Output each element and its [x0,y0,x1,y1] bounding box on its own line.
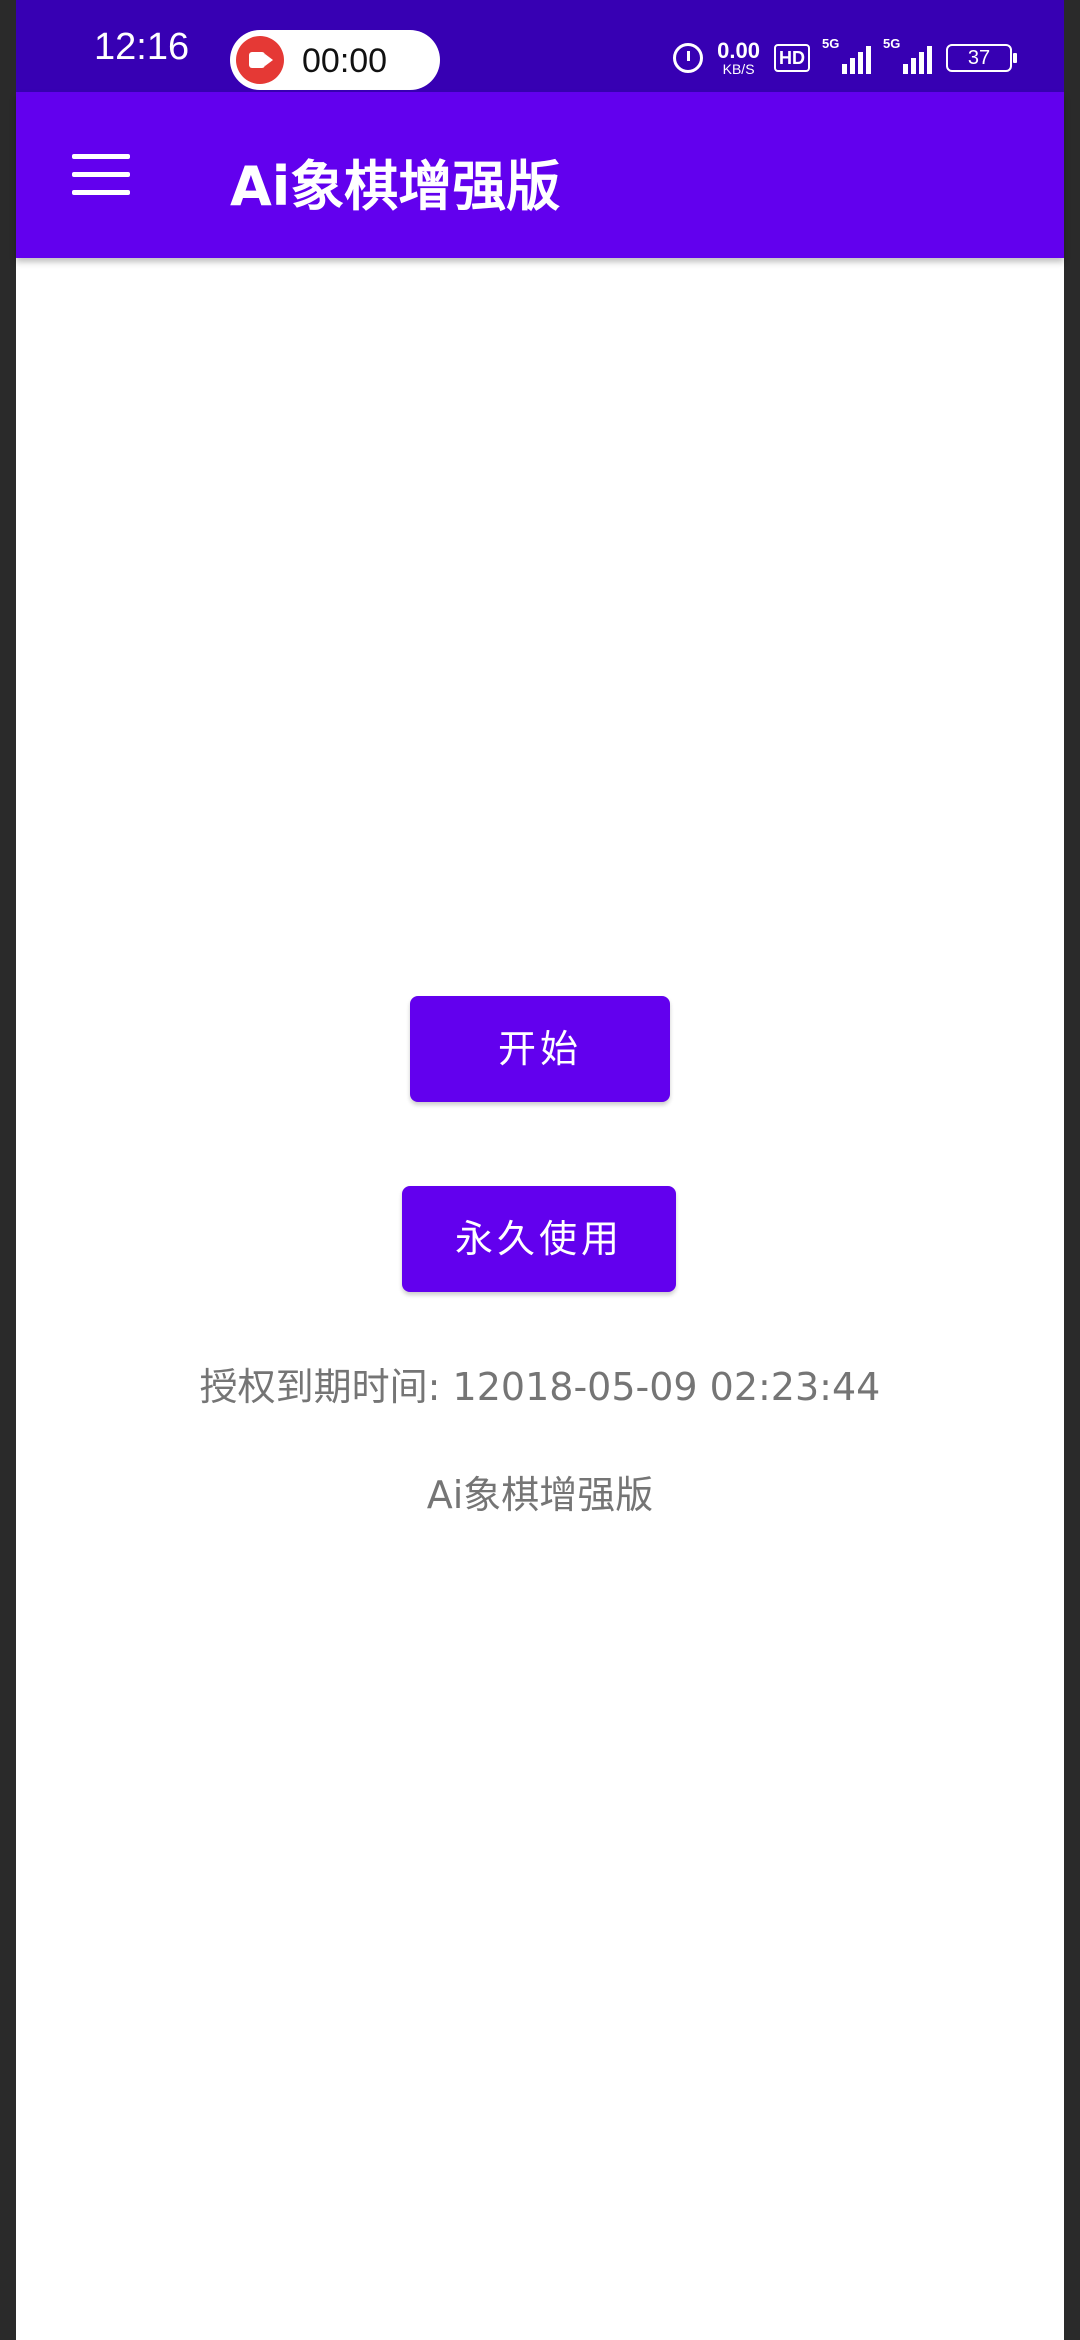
status-bar: 12:16 00:00 0.00 KB/S HD 5G 5G 37 [16,0,1064,92]
recording-time: 00:00 [302,42,388,80]
hd-voice-icon: HD [774,44,810,72]
hamburger-menu-icon[interactable] [72,154,130,196]
app-name-label: Ai象棋增强版 [426,1473,654,1517]
screen-edge-right [1064,0,1080,2340]
network-speed-unit: KB/S [722,61,755,77]
main-content: 开始 永久使用 授权到期时间: 12018-05-09 02:23:44 Ai象… [16,258,1064,2340]
alarm-icon [673,43,704,73]
app-bar: Ai象棋增强版 [16,92,1064,258]
signal-strength-icon: 5G [822,36,871,74]
screen: 12:16 00:00 0.00 KB/S HD 5G 5G 37 Ai象棋增强… [0,0,1080,2340]
start-button[interactable]: 开始 [410,996,670,1102]
license-expiry-text: 授权到期时间: 12018-05-09 02:23:44 [199,1365,881,1409]
record-camera-icon [236,36,284,84]
permanent-use-button[interactable]: 永久使用 [402,1186,676,1292]
signal-network-label-2: 5G [883,36,901,51]
screen-edge-left [0,0,16,2340]
signal-strength-icon-2: 5G [883,36,932,74]
battery-icon: 37 [946,44,1017,72]
status-time: 12:16 [94,26,190,68]
signal-network-label: 5G [822,36,840,51]
screen-recording-pill[interactable]: 00:00 [230,30,440,90]
status-icons: 0.00 KB/S HD 5G 5G 37 [673,36,1017,77]
network-speed: 0.00 KB/S [717,38,760,77]
network-speed-value: 0.00 [717,38,760,63]
app-title: Ai象棋增强版 [230,155,561,218]
